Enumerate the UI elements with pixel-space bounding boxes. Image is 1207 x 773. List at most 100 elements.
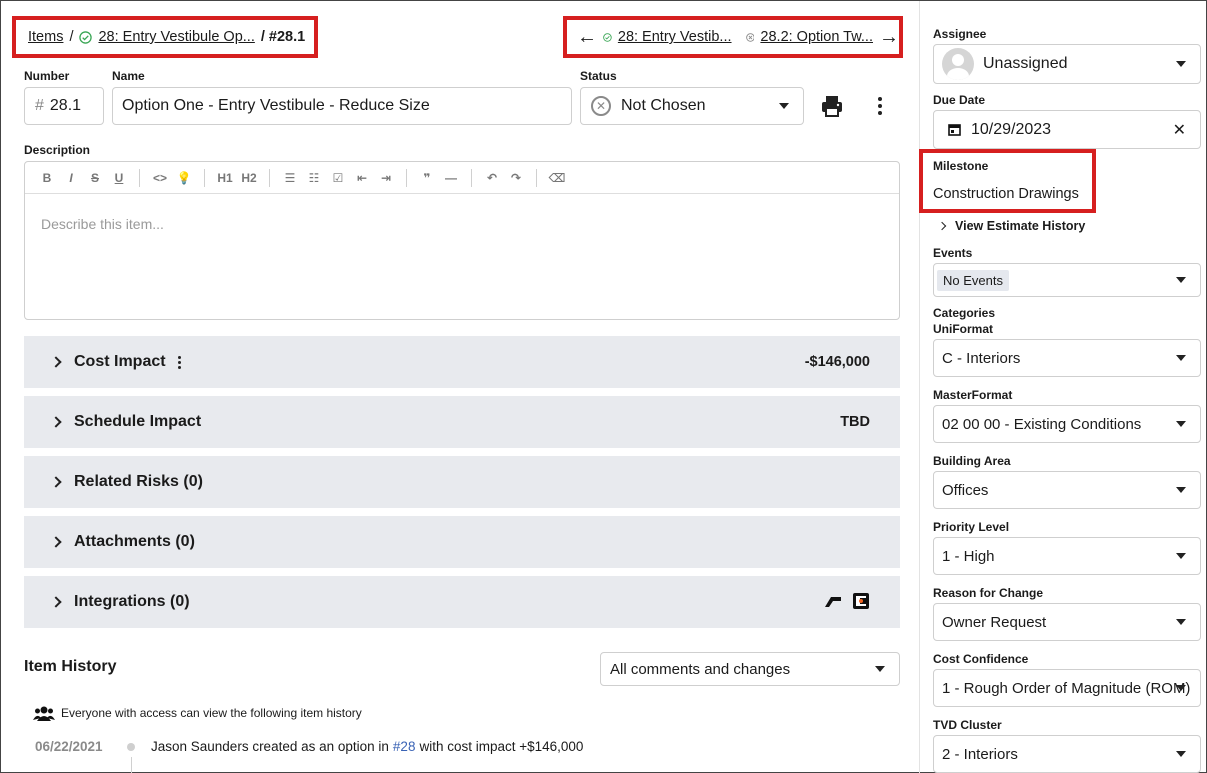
section-label: Integrations (0) — [74, 593, 190, 610]
redo-icon[interactable]: ↷ — [504, 171, 528, 185]
tvd-cluster-value: 2 - Interiors — [942, 745, 1018, 763]
history-text-b: with cost impact +$146,000 — [419, 739, 584, 754]
outdent-icon[interactable]: ⇤ — [350, 171, 374, 185]
quote-icon[interactable]: ❞ — [415, 171, 439, 185]
check-circle-icon — [603, 32, 612, 42]
calendar-icon — [948, 124, 961, 136]
history-filter-value: All comments and changes — [610, 660, 791, 678]
cost-impact-value: -$146,000 — [804, 354, 870, 370]
priority-level-label: Priority Level — [933, 520, 1010, 534]
indent-icon[interactable]: ⇥ — [374, 171, 398, 185]
clear-format-icon[interactable]: ⌫ — [545, 171, 569, 185]
section-cost-impact[interactable]: Cost Impact -$146,000 — [24, 336, 900, 388]
view-estimate-history-label: View Estimate History — [955, 219, 1086, 233]
x-circle-icon — [745, 32, 755, 42]
more-options-icon[interactable] — [871, 93, 889, 119]
number-label: Number — [24, 69, 70, 83]
underline-icon[interactable]: U — [107, 171, 131, 185]
access-note-text: Everyone with access can view the follow… — [61, 706, 362, 720]
next-item-link[interactable]: 28.2: Option Tw... — [760, 29, 873, 45]
more-options-icon[interactable] — [177, 355, 181, 369]
description-editor[interactable]: B I S U <> 💡 H1 H2 ☰ ☷ ☑ ⇤ ⇥ ❞ — ↶ ↷ ⌫ D… — [24, 161, 900, 320]
building-area-select[interactable]: Offices — [933, 471, 1201, 509]
timeline-line — [131, 757, 132, 773]
highlight-icon[interactable]: 💡 — [172, 171, 196, 185]
reason-select[interactable]: Owner Request — [933, 603, 1201, 641]
assignee-value: Unassigned — [983, 55, 1068, 72]
chevron-down-icon — [779, 103, 789, 109]
events-select[interactable]: No Events — [933, 263, 1201, 297]
history-item-link[interactable]: #28 — [393, 739, 416, 754]
status-label: Status — [580, 69, 617, 83]
prev-item-link[interactable]: 28: Entry Vestib... — [618, 29, 732, 45]
bold-icon[interactable]: B — [35, 171, 59, 185]
view-estimate-history-toggle[interactable]: View Estimate History — [937, 219, 1086, 233]
assignee-label: Assignee — [933, 27, 987, 41]
name-value: Option One - Entry Vestibule - Reduce Si… — [122, 97, 430, 114]
history-filter-select[interactable]: All comments and changes — [600, 652, 900, 686]
building-area-value: Offices — [942, 481, 989, 499]
reason-label: Reason for Change — [933, 586, 1044, 600]
procore-logo-icon — [825, 597, 841, 607]
chevron-down-icon — [1176, 61, 1186, 67]
numbered-list-icon[interactable]: ☷ — [302, 171, 326, 185]
code-icon[interactable]: <> — [148, 171, 172, 185]
bullet-list-icon[interactable]: ☰ — [278, 171, 302, 185]
milestone-label: Milestone — [933, 159, 989, 173]
chevron-down-icon — [1176, 619, 1186, 625]
section-related-risks[interactable]: Related Risks (0) — [24, 456, 900, 508]
arrow-right-icon[interactable]: → — [879, 27, 899, 47]
history-date: 06/22/2021 — [35, 739, 103, 754]
chevron-down-icon — [1176, 751, 1186, 757]
name-input[interactable]: Option One - Entry Vestibule - Reduce Si… — [112, 87, 572, 125]
checklist-icon[interactable]: ☑ — [326, 171, 350, 185]
editor-toolbar: B I S U <> 💡 H1 H2 ☰ ☷ ☑ ⇤ ⇥ ❞ — ↶ ↷ ⌫ — [25, 162, 899, 194]
status-select[interactable]: ✕ Not Chosen — [580, 87, 804, 125]
due-date-input[interactable]: 10/29/2023 ✕ — [933, 110, 1201, 149]
italic-icon[interactable]: I — [59, 171, 83, 185]
section-integrations[interactable]: Integrations (0) — [24, 576, 900, 628]
item-navigation: ← 28: Entry Vestib... 28.2: Option Tw...… — [563, 16, 903, 58]
chevron-down-icon — [1176, 421, 1186, 427]
undo-icon[interactable]: ↶ — [480, 171, 504, 185]
schedule-impact-value: TBD — [840, 414, 870, 430]
due-date-label: Due Date — [933, 93, 986, 107]
chevron-down-icon — [1176, 355, 1186, 361]
breadcrumb-parent-link[interactable]: 28: Entry Vestibule Op... — [98, 29, 254, 45]
history-entry: 06/22/2021 Jason Saunders created as an … — [35, 739, 583, 754]
tvd-cluster-select[interactable]: 2 - Interiors — [933, 735, 1201, 773]
breadcrumb: Items / 28: Entry Vestibule Op... / #28.… — [12, 16, 318, 58]
arrow-left-icon[interactable]: ← — [577, 27, 597, 47]
number-field[interactable]: # 28.1 — [24, 87, 104, 125]
chevron-down-icon — [875, 666, 885, 672]
uniformat-select[interactable]: C - Interiors — [933, 339, 1201, 377]
strikethrough-icon[interactable]: S — [83, 171, 107, 185]
section-schedule-impact[interactable]: Schedule Impact TBD — [24, 396, 900, 448]
masterformat-select[interactable]: 02 00 00 - Existing Conditions — [933, 405, 1201, 443]
cost-confidence-select[interactable]: 1 - Rough Order of Magnitude (ROM) — [933, 669, 1201, 707]
chevron-down-icon — [1176, 685, 1186, 691]
print-icon[interactable] — [819, 93, 845, 119]
clear-icon[interactable]: ✕ — [1173, 120, 1186, 140]
access-note: Everyone with access can view the follow… — [33, 705, 362, 721]
uniformat-label: UniFormat — [933, 322, 993, 336]
timeline-dot — [127, 742, 135, 751]
status-value: Not Chosen — [621, 97, 706, 114]
cost-confidence-value: 1 - Rough Order of Magnitude (ROM) — [942, 679, 1191, 697]
description-label: Description — [24, 143, 91, 157]
chevron-right-icon — [50, 476, 62, 488]
breadcrumb-items-link[interactable]: Items — [28, 29, 63, 45]
section-attachments[interactable]: Attachments (0) — [24, 516, 900, 568]
section-label: Cost Impact — [74, 353, 166, 370]
chevron-right-icon — [50, 416, 62, 428]
horizontal-rule-icon[interactable]: — — [439, 171, 463, 185]
building-area-label: Building Area — [933, 454, 1011, 468]
priority-level-select[interactable]: 1 - High — [933, 537, 1201, 575]
breadcrumb-current: / #28.1 — [260, 29, 306, 45]
integration-logo-icon — [853, 593, 869, 609]
chevron-right-icon — [50, 596, 62, 608]
assignee-select[interactable]: Unassigned — [933, 44, 1201, 84]
heading1-icon[interactable]: H1 — [213, 171, 237, 185]
chevron-right-icon — [937, 221, 947, 231]
heading2-icon[interactable]: H2 — [237, 171, 261, 185]
